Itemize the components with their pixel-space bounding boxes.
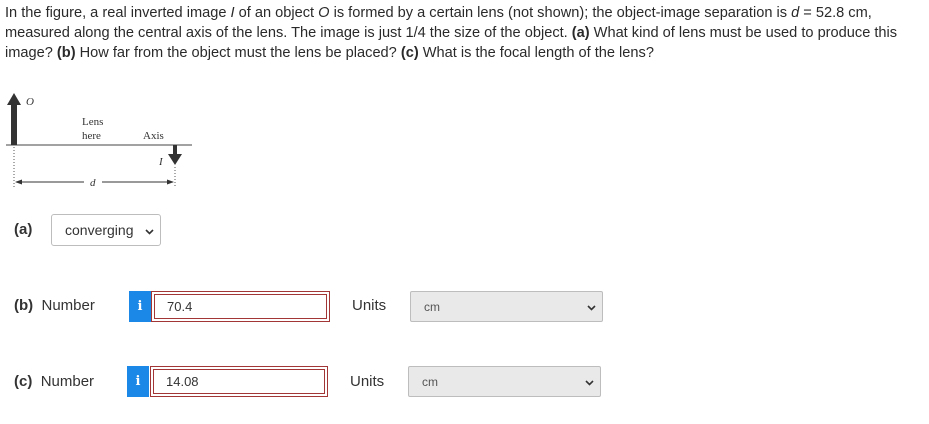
- image-label: I: [158, 156, 164, 168]
- info-icon[interactable]: i: [129, 291, 151, 322]
- part-b-answer-input[interactable]: 70.4: [151, 291, 330, 322]
- lens-figure: O Lens here Axis I d: [4, 92, 194, 202]
- part-a-label: (a): [14, 221, 33, 238]
- distance-label: d: [90, 177, 96, 189]
- part-b-units-label: Units: [352, 297, 387, 314]
- lens-label-line2: here: [82, 130, 101, 142]
- chevron-down-icon: [587, 300, 596, 314]
- part-c-number-label: Number: [40, 373, 95, 390]
- info-icon[interactable]: i: [127, 366, 149, 397]
- part-c-answer-input[interactable]: 14.08: [150, 366, 328, 397]
- question-text: In the figure, a real inverted image I o…: [5, 5, 898, 61]
- axis-label: Axis: [143, 130, 164, 142]
- part-c-units-select[interactable]: cm: [408, 366, 601, 397]
- part-b-label: (b) Number: [14, 297, 95, 314]
- object-label: O: [26, 96, 34, 108]
- part-b-answer-value: 70.4: [167, 299, 193, 314]
- lens-label-line1: Lens: [82, 116, 103, 128]
- part-b-units-value: cm: [424, 299, 440, 314]
- part-b-units-select[interactable]: cm: [410, 291, 603, 322]
- part-c-units-value: cm: [422, 374, 438, 389]
- part-c-units-label: Units: [350, 373, 385, 390]
- chevron-down-icon: [145, 222, 154, 238]
- image-arrow: [168, 145, 182, 165]
- object-arrow: [7, 93, 21, 145]
- part-b-number-label: Number: [41, 297, 95, 314]
- lens-diagram: O Lens here Axis I d: [6, 93, 192, 189]
- part-c-label: (c) Number: [14, 373, 95, 390]
- lens-type-value: converging: [65, 222, 134, 238]
- part-c-answer-value: 14.08: [166, 374, 199, 389]
- lens-type-select[interactable]: converging: [51, 214, 161, 246]
- chevron-down-icon: [585, 375, 594, 389]
